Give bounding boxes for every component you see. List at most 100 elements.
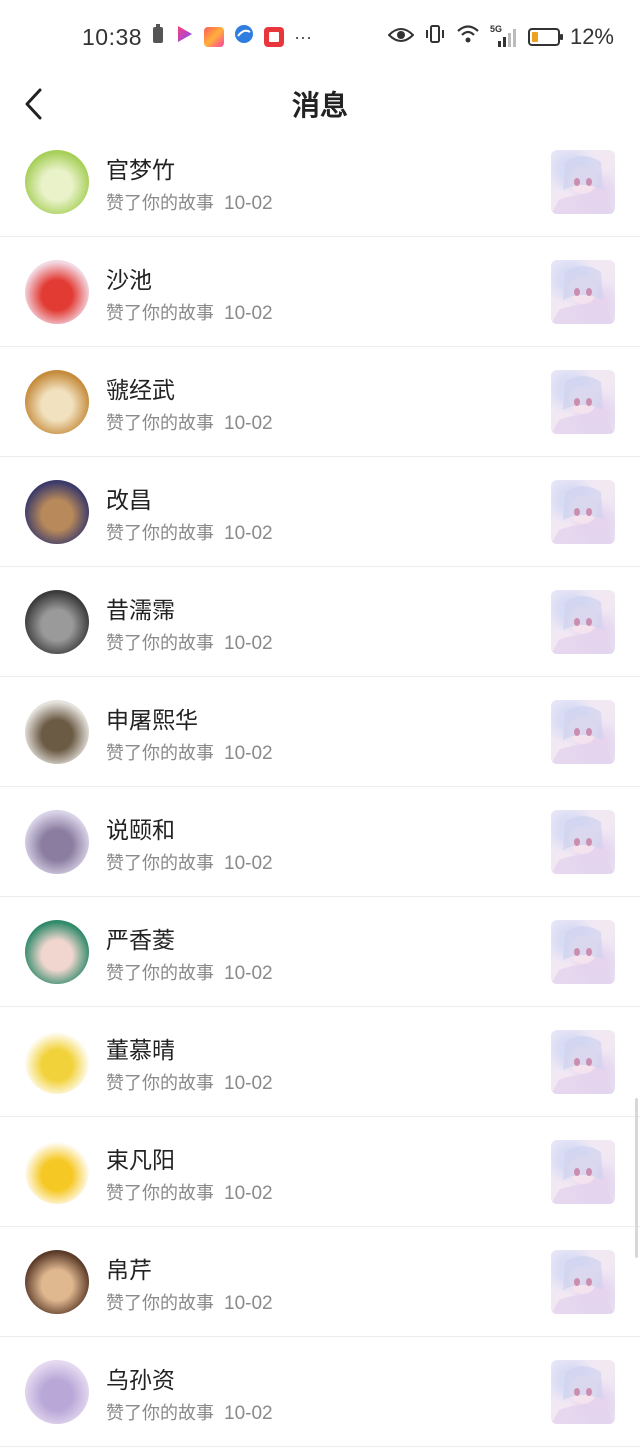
vibrate-icon [424, 24, 446, 50]
story-thumbnail[interactable] [551, 260, 615, 324]
action-text: 赞了你的故事 [106, 193, 214, 214]
user-name[interactable]: 申屠熙华 [106, 701, 198, 735]
story-thumbnail[interactable] [551, 700, 615, 764]
network-type-label: 5G [489, 24, 502, 34]
message-meta: 赞了你的故事 10-02 [106, 849, 273, 875]
avatar[interactable] [25, 370, 89, 434]
more-notifications-icon: ··· [294, 26, 313, 47]
status-bar-right: 5G 12% [387, 24, 614, 50]
user-name[interactable]: 说颐和 [106, 811, 175, 845]
action-text: 赞了你的故事 [106, 963, 214, 984]
avatar[interactable] [25, 1140, 89, 1204]
action-text: 赞了你的故事 [106, 413, 214, 434]
status-bar: 10:38 ··· 5G 12% [0, 0, 640, 74]
avatar[interactable] [25, 590, 89, 654]
message-date: 10-02 [224, 853, 273, 874]
status-bar-left: 10:38 ··· [82, 24, 312, 51]
story-thumbnail[interactable] [551, 920, 615, 984]
avatar[interactable] [25, 1250, 89, 1314]
message-row[interactable]: 说颐和赞了你的故事 10-02 [0, 787, 640, 897]
scrollbar[interactable] [635, 1098, 638, 1258]
message-meta: 赞了你的故事 10-02 [106, 409, 273, 435]
avatar[interactable] [25, 920, 89, 984]
story-thumbnail[interactable] [551, 590, 615, 654]
user-name[interactable]: 严香菱 [106, 921, 175, 955]
back-button[interactable] [14, 82, 54, 126]
message-date: 10-02 [224, 413, 273, 434]
user-name[interactable]: 改昌 [106, 481, 152, 515]
message-row[interactable]: 官梦竹赞了你的故事 10-02 [0, 127, 640, 237]
user-name[interactable]: 董慕晴 [106, 1031, 175, 1065]
story-thumbnail[interactable] [551, 150, 615, 214]
action-text: 赞了你的故事 [106, 743, 214, 764]
message-meta: 赞了你的故事 10-02 [106, 1289, 273, 1315]
message-date: 10-02 [224, 1403, 273, 1424]
message-row[interactable]: 沙池赞了你的故事 10-02 [0, 237, 640, 347]
avatar[interactable] [25, 260, 89, 324]
message-date: 10-02 [224, 1183, 273, 1204]
page-title: 消息 [291, 89, 348, 122]
message-list: 官梦竹 赞了你的故事 10-02 沙池 赞了你的故事 10-02 虢经武 赞了你的故事 10-0… [0, 127, 640, 1447]
avatar[interactable] [25, 1030, 89, 1094]
user-name[interactable]: 虢经武 [106, 371, 175, 405]
message-row[interactable]: 帛芹赞了你的故事 10-02 [0, 1227, 640, 1337]
message-meta: 赞了你的故事 10-02 [106, 519, 273, 545]
message-date: 10-02 [224, 743, 273, 764]
message-date: 10-02 [224, 523, 273, 544]
message-meta: 赞了你的故事 10-02 [106, 189, 273, 215]
battery-saver-icon [152, 24, 164, 50]
message-date: 10-02 [224, 193, 273, 214]
user-name[interactable]: 乌孙资 [106, 1361, 175, 1395]
story-thumbnail[interactable] [551, 1250, 615, 1314]
avatar[interactable] [25, 810, 89, 874]
message-row[interactable]: 乌孙资赞了你的故事 10-02 [0, 1337, 640, 1447]
message-meta: 赞了你的故事 10-02 [106, 959, 273, 985]
avatar[interactable] [25, 700, 89, 764]
story-thumbnail[interactable] [551, 1140, 615, 1204]
message-row[interactable]: 董慕晴赞了你的故事 10-02 [0, 1007, 640, 1117]
message-row[interactable]: 虢经武赞了你的故事 10-02 [0, 347, 640, 457]
user-name[interactable]: 沙池 [106, 261, 152, 295]
cellular-signal-icon: 5G [489, 24, 518, 48]
story-thumbnail[interactable] [551, 480, 615, 544]
user-name[interactable]: 帛芹 [106, 1251, 152, 1285]
story-thumbnail[interactable] [551, 810, 615, 874]
message-row[interactable]: 严香菱赞了你的故事 10-02 [0, 897, 640, 1007]
avatar[interactable] [25, 1360, 89, 1424]
story-thumbnail[interactable] [551, 370, 615, 434]
eye-icon [387, 24, 415, 50]
message-row[interactable]: 昔濡霈赞了你的故事 10-02 [0, 567, 640, 677]
action-text: 赞了你的故事 [106, 523, 214, 544]
story-thumbnail[interactable] [551, 1360, 615, 1424]
action-text: 赞了你的故事 [106, 1073, 214, 1094]
user-name[interactable]: 束凡阳 [106, 1141, 175, 1175]
action-text: 赞了你的故事 [106, 1183, 214, 1204]
status-time: 10:38 [82, 23, 143, 50]
message-meta: 赞了你的故事 10-02 [106, 739, 273, 765]
wifi-icon [456, 24, 480, 50]
action-text: 赞了你的故事 [106, 303, 214, 324]
book-app-icon [264, 27, 285, 47]
message-meta: 赞了你的故事 10-02 [106, 299, 273, 325]
user-name[interactable]: 昔濡霈 [106, 591, 175, 625]
message-meta: 赞了你的故事 10-02 [106, 1179, 273, 1205]
avatar[interactable] [25, 480, 89, 544]
message-meta: 赞了你的故事 10-02 [106, 1399, 273, 1425]
battery-percent: 12% [569, 24, 614, 49]
message-meta: 赞了你的故事 10-02 [106, 1069, 273, 1095]
battery-icon [527, 28, 563, 46]
message-row[interactable]: 束凡阳赞了你的故事 10-02 [0, 1117, 640, 1227]
avatar[interactable] [25, 150, 89, 214]
ecommerce-app-icon [204, 27, 225, 47]
action-text: 赞了你的故事 [106, 633, 214, 654]
chevron-left-icon [25, 88, 42, 120]
message-meta: 赞了你的故事 10-02 [106, 629, 273, 655]
action-text: 赞了你的故事 [106, 1403, 214, 1424]
message-date: 10-02 [224, 1073, 273, 1094]
message-row[interactable]: 申屠熙华赞了你的故事 10-02 [0, 677, 640, 787]
user-name[interactable]: 官梦竹 [106, 151, 175, 185]
story-thumbnail[interactable] [551, 1030, 615, 1094]
message-row[interactable]: 改昌赞了你的故事 10-02 [0, 457, 640, 567]
battery-fill [531, 32, 538, 42]
message-date: 10-02 [224, 633, 273, 654]
